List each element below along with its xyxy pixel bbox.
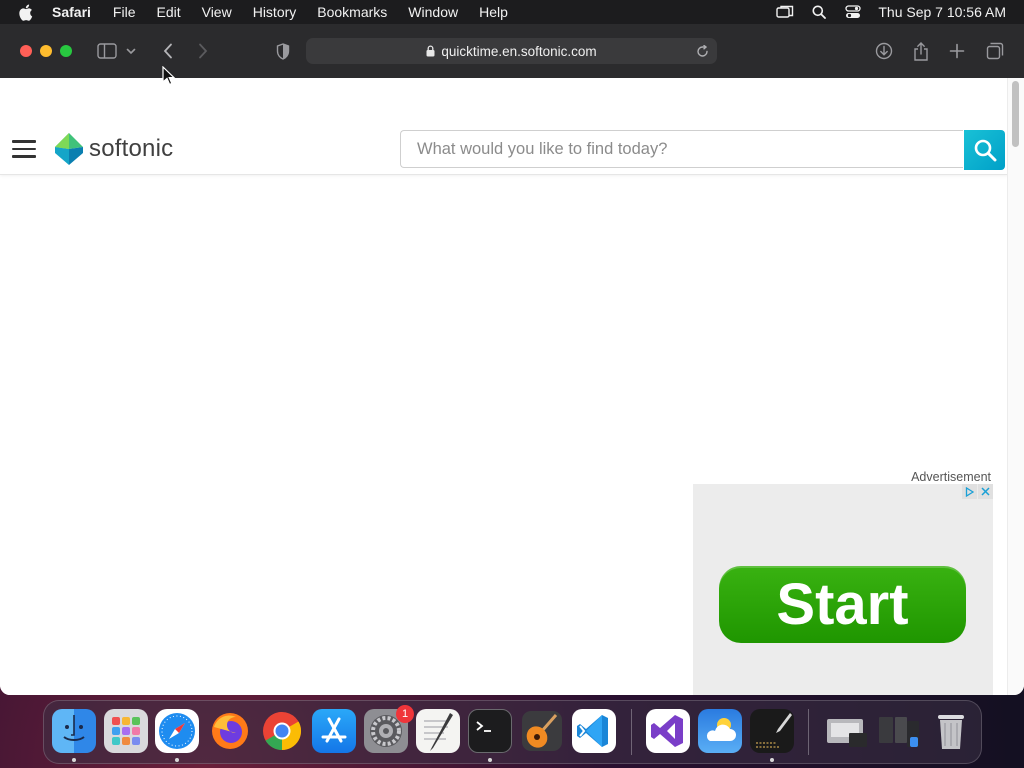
- menu-history[interactable]: History: [253, 4, 297, 20]
- screen-mirroring-icon[interactable]: [774, 0, 796, 24]
- ad-banner[interactable]: Start: [693, 484, 993, 695]
- dock-app-store-icon[interactable]: [312, 709, 356, 753]
- new-tab-plus-icon[interactable]: [945, 39, 969, 63]
- page-scrollbar[interactable]: [1007, 78, 1024, 695]
- hamburger-menu-icon[interactable]: [12, 140, 36, 158]
- dock-finder-icon[interactable]: [52, 709, 96, 753]
- menu-edit[interactable]: Edit: [156, 4, 180, 20]
- dock-vscode-icon[interactable]: [572, 709, 616, 753]
- minimize-window-button[interactable]: [40, 45, 52, 57]
- dock-finder-running-dot: [72, 758, 76, 762]
- safari-toolbar: quicktime.en.softonic.com: [0, 24, 1024, 79]
- dock-textedit-icon[interactable]: [416, 709, 460, 753]
- share-icon[interactable]: [909, 39, 933, 63]
- downloads-icon[interactable]: [872, 39, 896, 63]
- control-center-icon[interactable]: [842, 0, 864, 24]
- dock-weather-icon[interactable]: [698, 709, 742, 753]
- dock-safari-running-dot: [175, 758, 179, 762]
- forward-button[interactable]: [191, 39, 215, 63]
- ad-choices: [961, 484, 993, 500]
- back-button[interactable]: [156, 39, 180, 63]
- dock-terminal-icon[interactable]: [468, 709, 512, 753]
- search-icon: [974, 139, 996, 162]
- dock-separator: [631, 709, 632, 755]
- menu-app-safari[interactable]: Safari: [52, 4, 91, 20]
- dock-recent-items-stack-icon[interactable]: [877, 709, 921, 753]
- lock-icon: [426, 45, 435, 57]
- site-search-button[interactable]: [964, 130, 1005, 170]
- dock-separator-2: [808, 709, 809, 755]
- menu-window[interactable]: Window: [408, 4, 458, 20]
- menu-file[interactable]: File: [113, 4, 136, 20]
- menubar-clock[interactable]: Thu Sep 7 10:56 AM: [878, 4, 1006, 20]
- tab-group-chevron-down-icon[interactable]: [123, 39, 139, 63]
- dock-launchpad-icon[interactable]: [104, 709, 148, 753]
- dock-firefox-icon[interactable]: [208, 709, 252, 753]
- dock-downloads-stack-icon[interactable]: [825, 709, 869, 753]
- privacy-shield-icon[interactable]: [271, 39, 295, 63]
- reload-icon[interactable]: [693, 42, 711, 60]
- scrollbar-thumb[interactable]: [1012, 81, 1019, 147]
- tab-overview-icon[interactable]: [983, 39, 1007, 63]
- softonic-logo-mark-icon: [55, 133, 83, 165]
- dock-visual-studio-icon[interactable]: [646, 709, 690, 753]
- safari-window: quicktime.en.softonic.com softonic What …: [0, 24, 1024, 695]
- system-preferences-badge: 1: [396, 705, 414, 723]
- menu-help[interactable]: Help: [479, 4, 508, 20]
- adchoices-play-icon[interactable]: [962, 484, 977, 499]
- address-bar[interactable]: quicktime.en.softonic.com: [306, 38, 717, 64]
- sidebar-toggle-icon[interactable]: [95, 39, 119, 63]
- ad-start-button[interactable]: Start: [719, 566, 966, 643]
- menu-view[interactable]: View: [202, 4, 232, 20]
- dock-chrome-icon[interactable]: [260, 709, 304, 753]
- close-window-button[interactable]: [20, 45, 32, 57]
- spotlight-search-icon[interactable]: [808, 0, 830, 24]
- mouse-pointer-icon: [162, 66, 176, 86]
- dock-garageband-icon[interactable]: [520, 709, 564, 753]
- apple-menu-icon[interactable]: [18, 0, 38, 24]
- dock-script-editor-icon[interactable]: [750, 709, 794, 753]
- menu-bookmarks[interactable]: Bookmarks: [317, 4, 387, 20]
- dock-trash-icon[interactable]: [929, 709, 973, 753]
- dock: 1: [43, 700, 982, 764]
- address-url: quicktime.en.softonic.com: [441, 43, 597, 59]
- dock-system-preferences-icon[interactable]: 1: [364, 705, 414, 753]
- zoom-window-button[interactable]: [60, 45, 72, 57]
- site-header: softonic: [0, 78, 1008, 175]
- softonic-logo[interactable]: softonic: [55, 133, 173, 165]
- site-search-input[interactable]: [400, 130, 963, 168]
- web-page-content: softonic Advertisement Start: [0, 78, 1008, 695]
- dock-script-editor-running-dot: [770, 758, 774, 762]
- dock-safari-icon[interactable]: [155, 709, 199, 753]
- advertisement-label: Advertisement: [911, 470, 991, 484]
- logo-wordmark: softonic: [89, 135, 174, 162]
- ad-close-icon[interactable]: [978, 484, 993, 499]
- menu-bar: Safari File Edit View History Bookmarks …: [0, 0, 1024, 24]
- dock-terminal-running-dot: [488, 758, 492, 762]
